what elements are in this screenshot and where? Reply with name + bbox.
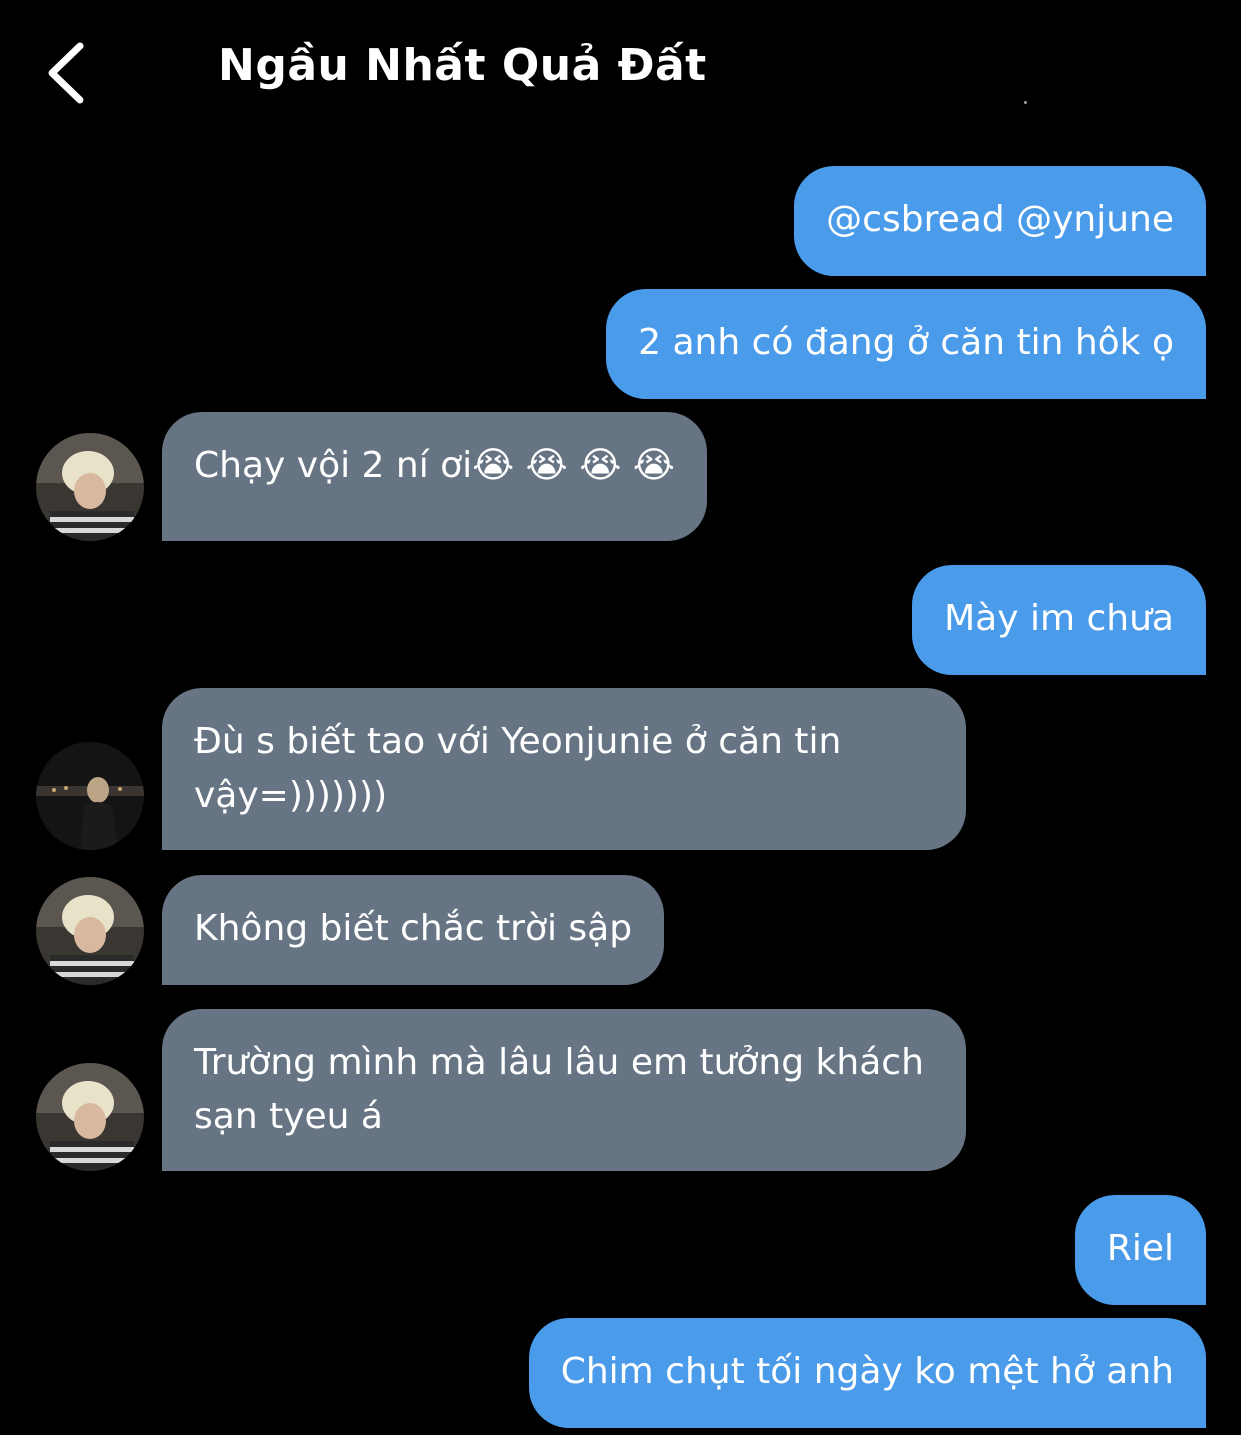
message-text: Mày im chưa: [944, 598, 1174, 639]
dark-avatar-icon: [36, 742, 144, 850]
conversation-title[interactable]: Ngầu Nhất Quả Đất: [218, 40, 707, 91]
avatar[interactable]: [36, 1063, 144, 1171]
message-bubble-outgoing[interactable]: 2 anh có đang ở căn tin hôk ọ: [606, 289, 1206, 399]
message-bubble-outgoing[interactable]: @csbread @ynjune: [794, 166, 1206, 276]
message-bubble-incoming[interactable]: Không biết chắc trời sập: [162, 875, 665, 985]
message-bubble-incoming[interactable]: Đù s biết tao với Yeonjunie ở căn tin vậ…: [162, 688, 966, 850]
chat-header: Ngầu Nhất Quả Đất: [0, 0, 1241, 140]
message-text: Không biết chắc trời sập: [194, 908, 633, 949]
message-text: Trường mình mà lâu lâu em tưởng khách sạ…: [194, 1042, 924, 1137]
message-bubble-incoming[interactable]: Chạy vội 2 ní ơi😭 😭 😭 😭: [162, 412, 707, 541]
blonde-avatar-icon: [36, 1063, 144, 1171]
blonde-avatar-icon: [36, 433, 144, 541]
message-text: Chạy vội 2 ní ơi😭 😭 😭 😭: [194, 445, 675, 486]
status-dot: [1024, 101, 1027, 104]
chevron-left-icon: [48, 42, 84, 104]
avatar[interactable]: [36, 433, 144, 541]
blonde-avatar-icon: [36, 877, 144, 985]
avatar[interactable]: [36, 742, 144, 850]
avatar[interactable]: [36, 877, 144, 985]
message-bubble-outgoing[interactable]: Mày im chưa: [912, 565, 1206, 675]
message-text: Riel: [1106, 1228, 1174, 1269]
message-text: 2 anh có đang ở căn tin hôk ọ: [638, 322, 1174, 363]
message-text: Chim chụt tối ngày ko mệt hở anh: [560, 1351, 1174, 1392]
message-bubble-outgoing[interactable]: Chim chụt tối ngày ko mệt hở anh: [528, 1318, 1206, 1428]
back-button[interactable]: [40, 38, 100, 108]
message-text: Đù s biết tao với Yeonjunie ở căn tin vậ…: [194, 721, 842, 816]
message-text: @csbread @ynjune: [826, 199, 1174, 240]
message-bubble-outgoing[interactable]: Riel: [1074, 1195, 1206, 1305]
message-bubble-incoming[interactable]: Trường mình mà lâu lâu em tưởng khách sạ…: [162, 1009, 966, 1171]
